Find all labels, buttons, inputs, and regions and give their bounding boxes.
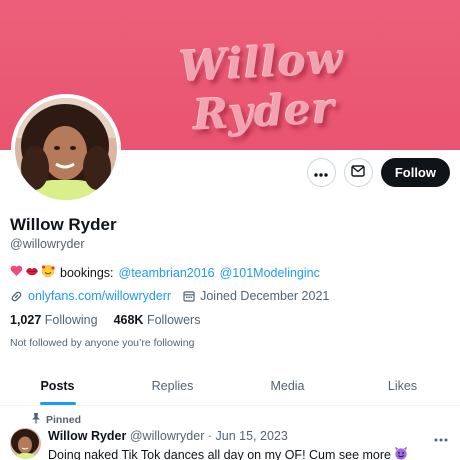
profile-bio: bookings: @teambrian2016 @101Modelinginc <box>10 264 320 281</box>
more-icon <box>434 429 448 446</box>
following-count: 1,027 <box>10 313 42 327</box>
heart-icon <box>10 265 23 280</box>
followers-count: 468K <box>113 313 144 327</box>
link-icon <box>10 290 23 303</box>
tweet-separator: · <box>207 429 213 443</box>
follow-button[interactable]: Follow <box>380 158 450 187</box>
pinned-label: Pinned <box>46 413 82 426</box>
more-icon <box>314 164 329 182</box>
joined-date: Joined December 2021 <box>200 289 330 303</box>
profile-website-link[interactable]: onlyfans.com/willowryderr <box>28 289 171 303</box>
avatar-image <box>15 98 117 200</box>
tab-likes[interactable]: Likes <box>345 368 460 405</box>
banner-title: Willow Ryder <box>178 33 346 140</box>
profile-avatar[interactable] <box>11 94 121 204</box>
tab-label: Posts <box>40 379 75 393</box>
message-button[interactable] <box>343 158 373 187</box>
smiling-devil-icon <box>394 446 408 460</box>
profile-stats: 1,027 Following 468K Followers <box>10 313 200 327</box>
not-followed-note: Not followed by anyone you’re following <box>10 337 195 349</box>
lips-icon <box>25 265 39 280</box>
tweet-handle[interactable]: @willowryder <box>130 429 205 443</box>
following-stat[interactable]: 1,027 Following <box>10 313 98 327</box>
smiling-hearts-icon <box>41 264 55 281</box>
profile-tabs: Posts Replies Media Likes <box>0 368 460 406</box>
envelope-icon <box>351 164 366 182</box>
tweet-more-button[interactable] <box>434 429 448 447</box>
tab-label: Likes <box>387 379 418 393</box>
followers-label: Followers <box>146 313 201 327</box>
tweet-date[interactable]: Jun 15, 2023 <box>216 429 288 443</box>
profile-name: Willow Ryder <box>10 215 117 234</box>
tweet-author[interactable]: Willow Ryder <box>48 429 126 443</box>
tab-label: Media <box>270 379 305 393</box>
tab-label: Replies <box>151 379 194 393</box>
profile-actions: Follow <box>306 158 450 187</box>
bio-mention-modeling[interactable]: @101Modelinginc <box>220 266 320 280</box>
profile-meta: onlyfans.com/willowryderr Joined Decembe… <box>10 289 329 303</box>
bio-mention-teambrian[interactable]: @teambrian2016 <box>119 266 215 280</box>
followers-stat[interactable]: 468K Followers <box>114 313 201 327</box>
bio-prefix: bookings: <box>60 265 114 280</box>
pin-icon <box>31 412 41 427</box>
calendar-icon <box>183 290 195 302</box>
active-tab-indicator <box>39 402 76 405</box>
more-options-button[interactable] <box>306 158 336 187</box>
profile-handle: @willowryder <box>10 237 85 251</box>
tweet-body: Doing naked Tik Tok dances all day on my… <box>48 447 391 460</box>
following-label: Following <box>44 313 98 327</box>
tweet-header: Willow Ryder @willowryder · Jun 15, 2023 <box>48 429 288 443</box>
pinned-indicator: Pinned <box>31 412 81 427</box>
tweet-text: Doing naked Tik Tok dances all day on my… <box>48 446 408 460</box>
tab-media[interactable]: Media <box>230 368 345 405</box>
tab-posts[interactable]: Posts <box>0 368 115 405</box>
tweet-avatar[interactable] <box>10 428 41 459</box>
tab-replies[interactable]: Replies <box>115 368 230 405</box>
